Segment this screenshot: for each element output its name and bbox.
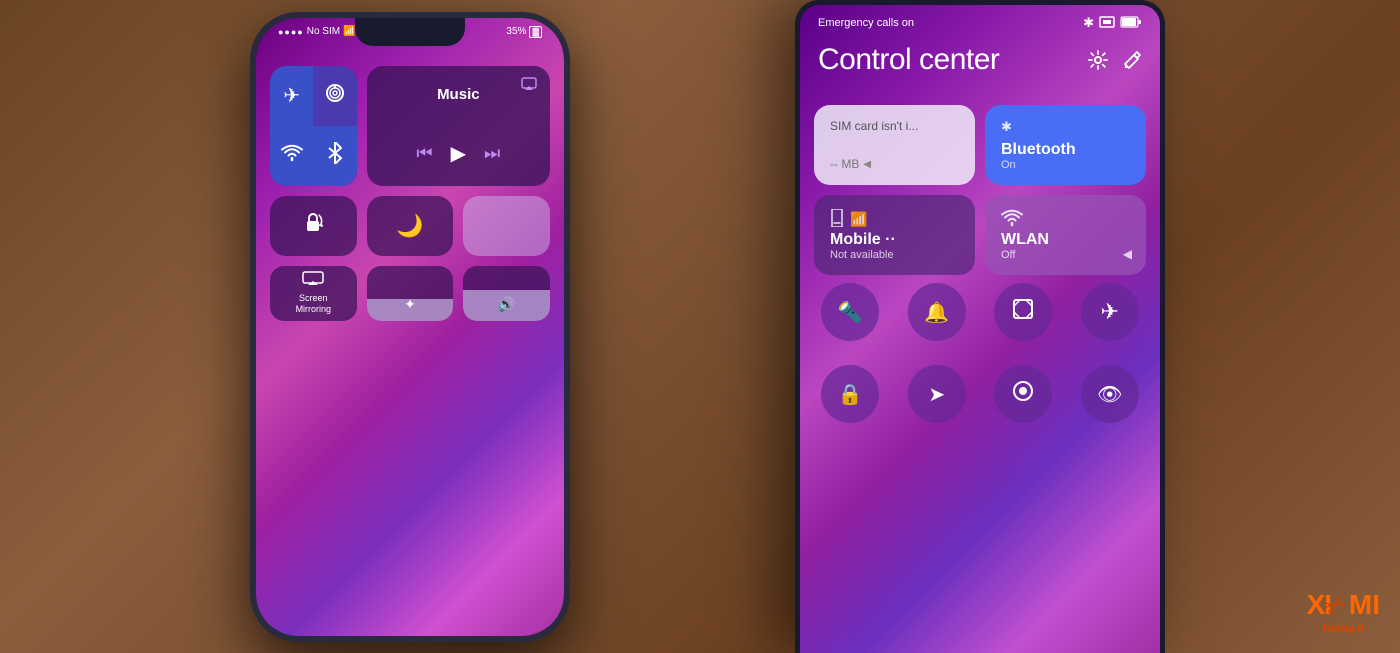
privacy-button[interactable] [994, 365, 1052, 423]
sim-mb: -- MB ◀ [830, 157, 959, 171]
flashlight-icon: 🔦 [838, 300, 863, 325]
phones-container: ●●●● No SIM 📶 35% ▓ ✈ [0, 0, 1400, 653]
eye-button[interactable]: 👁 [1081, 365, 1139, 423]
battery-status-icon [1120, 16, 1142, 31]
play-icon[interactable]: ▶ [451, 141, 466, 166]
bluetooth-button[interactable] [313, 126, 356, 186]
wlan-tile[interactable]: WLAN Off ◀ [985, 195, 1146, 275]
edit-icon[interactable] [1122, 50, 1142, 75]
bluetooth-status-icon: ✱ [1083, 15, 1094, 31]
lock-button[interactable]: 🔒 [821, 365, 879, 423]
control-row3: ScreenMirroring ✦ 🔊 [270, 266, 550, 321]
mobile-tile[interactable]: 📶 Mobile ·· Not available [814, 195, 975, 275]
watermark-mi: MI [1349, 589, 1380, 621]
control-row2: 🌙 [270, 196, 550, 256]
carrier-label: No SIM [307, 26, 340, 37]
music-title: Music [379, 78, 538, 103]
brightness-icon: ✦ [404, 296, 416, 313]
iphone-control-grid: ✈ [270, 66, 550, 321]
music-controls: ⏮ ▶ ⏭ [379, 141, 538, 174]
xiaomi-status-bar: Emergency calls on ✱ [800, 15, 1160, 31]
emergency-calls-label: Emergency calls on [818, 17, 914, 29]
lock-icon2: 🔒 [838, 382, 863, 407]
signal-dots: ●●●● [278, 27, 304, 37]
volume-slider[interactable]: 🔊 [463, 266, 550, 321]
lock-rotation-icon [301, 211, 325, 241]
bluetooth-tile-title: Bluetooth On [1001, 141, 1130, 171]
airplane-button[interactable]: ✈ [1081, 283, 1139, 341]
sim-tile[interactable]: SIM card isn't i... -- MB ◀ [814, 105, 975, 185]
wifi-icon [281, 144, 303, 168]
screenshot-button[interactable] [994, 283, 1052, 341]
screen-mirror-icon [302, 271, 324, 290]
wlan-tile-header [1001, 209, 1130, 230]
mobile-tile-text: Mobile ·· Not available [830, 231, 959, 261]
do-not-disturb-button[interactable]: 🌙 [367, 196, 454, 256]
sim-label: SIM card isn't i... [830, 119, 959, 133]
xiaomi-device: Emergency calls on ✱ [690, 0, 1270, 653]
watermark-logo: XI ✂ MI [1307, 589, 1380, 621]
watermark: XI ✂ MI today.it [1307, 589, 1380, 635]
cellular-button[interactable] [313, 66, 356, 126]
eye-icon: 👁 [1097, 382, 1122, 407]
mobile-tile-header: 📶 [830, 209, 959, 230]
bluetooth-tile[interactable]: ✱ Bluetooth On ◀ [985, 105, 1146, 185]
empty-tile [463, 196, 550, 256]
bluetooth-icon [327, 142, 343, 170]
privacy-icon [1012, 380, 1034, 408]
xiaomi-body: Emergency calls on ✱ [795, 0, 1165, 653]
control-center-top-icons [1088, 50, 1142, 75]
cellular-icon [325, 83, 345, 108]
battery-label: 35% [506, 26, 526, 37]
xiaomi-icon-row1: 🔦 🔔 ✈ [814, 283, 1146, 341]
bell-icon: 🔔 [924, 300, 949, 325]
iphone-notch [355, 18, 465, 46]
airplane-icon: ✈ [283, 83, 300, 108]
battery-icon: ▓ [529, 26, 542, 38]
airplane-icon2: ✈ [1101, 299, 1119, 325]
wlan-arrow: ◀ [1123, 247, 1132, 261]
wlan-icon [1001, 209, 1023, 230]
music-tile[interactable]: Music ⏮ ▶ ⏭ [367, 66, 550, 186]
rewind-icon[interactable]: ⏮ [416, 143, 432, 164]
screen-mirroring-button[interactable]: ScreenMirroring [270, 266, 357, 321]
connectivity-tile: ✈ [270, 66, 357, 186]
screen-mirroring-label: ScreenMirroring [296, 293, 332, 315]
iphone-device: ●●●● No SIM 📶 35% ▓ ✈ [130, 0, 690, 653]
wifi-button[interactable] [270, 126, 313, 186]
bell-button[interactable]: 🔔 [908, 283, 966, 341]
xiaomi-tiles-grid: SIM card isn't i... -- MB ◀ ✱ Bluetooth … [814, 105, 1146, 275]
mobile-icon [830, 209, 844, 230]
screenshot-icon [1011, 297, 1035, 327]
control-center-title: Control center [818, 43, 999, 77]
iphone-body: ●●●● No SIM 📶 35% ▓ ✈ [250, 12, 570, 642]
screen-lock-button[interactable] [270, 196, 357, 256]
arrow-icon: ◀ [863, 159, 871, 170]
xiaomi-icon-row2: 🔒 ➤ 👁 [814, 365, 1146, 423]
iphone-status-left: ●●●● No SIM 📶 [278, 26, 356, 37]
navigation-button[interactable]: ➤ [908, 365, 966, 423]
iphone-status-right: 35% ▓ [506, 26, 542, 38]
watermark-domain: today.it [1322, 621, 1364, 635]
settings-icon[interactable] [1088, 50, 1108, 75]
moon-icon: 🌙 [396, 213, 423, 239]
wifi-icon: 📶 [343, 26, 355, 37]
navigation-icon: ➤ [928, 382, 945, 407]
wlan-tile-text: WLAN Off [1001, 231, 1130, 261]
brightness-slider[interactable]: ✦ [367, 266, 454, 321]
airplay-icon [520, 76, 538, 95]
xiaomi-status-icons: ✱ [1083, 15, 1142, 31]
flashlight-button[interactable]: 🔦 [821, 283, 879, 341]
signal-bars-icon: 📶 [850, 211, 867, 228]
fast-forward-icon[interactable]: ⏭ [484, 143, 500, 164]
volume-icon: 🔊 [498, 296, 515, 313]
airplane-mode-button[interactable]: ✈ [270, 66, 313, 126]
bluetooth-tile-icon: ✱ [1001, 119, 1012, 135]
sim-status-icon [1099, 16, 1115, 31]
bluetooth-tile-header: ✱ [1001, 119, 1130, 135]
